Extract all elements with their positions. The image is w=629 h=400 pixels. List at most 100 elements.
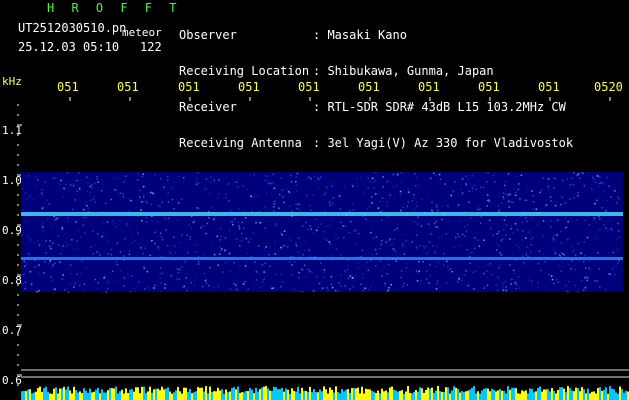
noise-pixel — [547, 221, 549, 223]
noise-pixel — [28, 175, 30, 177]
noise-pixel — [403, 282, 405, 285]
noise-pixel — [50, 276, 52, 278]
noise-pixel — [52, 177, 54, 180]
noise-pixel — [62, 245, 64, 248]
noise-pixel — [500, 254, 503, 256]
noise-pixel — [433, 222, 436, 225]
noise-pixel — [116, 243, 118, 245]
noise-pixel — [289, 174, 292, 177]
noise-pixel — [312, 194, 314, 196]
noise-pixel — [375, 236, 378, 238]
noise-pixel — [161, 272, 163, 275]
noise-pixel — [313, 232, 315, 234]
noise-pixel — [419, 282, 422, 285]
noise-pixel — [573, 183, 575, 186]
noise-pixel — [552, 241, 555, 243]
noise-pixel — [271, 287, 273, 290]
noise-pixel — [87, 207, 89, 209]
noise-pixel — [515, 191, 517, 194]
noise-pixel — [588, 223, 591, 226]
noise-pixel — [281, 245, 284, 248]
noise-pixel — [233, 282, 235, 285]
noise-pixel — [457, 274, 459, 277]
noise-pixel — [401, 233, 404, 236]
noise-floor-bar — [139, 393, 141, 400]
noise-pixel — [380, 226, 383, 228]
noise-pixel — [487, 172, 489, 174]
noise-floor-bar — [475, 393, 477, 400]
noise-pixel — [326, 239, 328, 241]
noise-floor-bar — [245, 391, 247, 400]
noise-pixel — [466, 178, 469, 180]
noise-pixel — [206, 222, 209, 225]
noise-floor-bar — [361, 386, 363, 400]
noise-pixel — [396, 223, 399, 225]
noise-floor-bar — [159, 390, 161, 400]
noise-pixel — [249, 175, 251, 177]
noise-pixel — [450, 268, 452, 271]
noise-pixel — [303, 264, 306, 267]
noise-pixel — [263, 271, 265, 273]
noise-pixel — [441, 235, 444, 237]
noise-pixel — [342, 225, 344, 227]
noise-pixel — [363, 191, 366, 193]
noise-pixel — [438, 173, 441, 176]
noise-floor-bar — [303, 390, 305, 400]
noise-floor-bar — [129, 389, 131, 400]
noise-pixel — [33, 199, 35, 201]
noise-pixel — [252, 232, 255, 234]
noise-pixel — [386, 180, 389, 183]
noise-floor-bar — [283, 391, 285, 400]
noise-pixel — [49, 245, 52, 248]
noise-floor-bar — [367, 389, 369, 400]
noise-pixel — [235, 238, 238, 240]
noise-pixel — [173, 207, 175, 210]
noise-floor-bar — [295, 391, 297, 400]
noise-pixel — [86, 205, 88, 207]
noise-pixel — [297, 251, 299, 253]
noise-pixel — [128, 253, 131, 256]
noise-pixel — [171, 198, 174, 201]
noise-pixel — [343, 270, 346, 272]
noise-pixel — [210, 176, 212, 178]
noise-pixel — [321, 194, 324, 197]
noise-pixel — [592, 178, 594, 180]
noise-pixel — [367, 269, 369, 271]
noise-floor-bar — [293, 391, 295, 400]
noise-pixel — [538, 250, 541, 252]
noise-pixel — [285, 188, 288, 190]
noise-pixel — [550, 219, 552, 222]
noise-floor-bar — [543, 389, 545, 400]
noise-pixel — [596, 199, 598, 202]
noise-pixel — [279, 193, 281, 196]
noise-pixel — [198, 261, 200, 263]
noise-pixel — [298, 255, 301, 257]
noise-floor-bar — [115, 386, 117, 400]
noise-floor-bar — [131, 388, 133, 400]
noise-floor-bar — [371, 390, 373, 400]
noise-pixel — [483, 285, 486, 287]
noise-pixel — [90, 223, 92, 225]
noise-floor-bar — [195, 391, 197, 400]
noise-pixel — [331, 185, 333, 188]
noise-pixel — [406, 262, 408, 265]
noise-floor-bar — [133, 391, 135, 400]
noise-floor-bar — [199, 387, 201, 400]
noise-pixel — [573, 172, 575, 174]
noise-pixel — [439, 286, 441, 288]
noise-floor-bar — [213, 391, 215, 400]
noise-floor-bar — [479, 393, 481, 400]
noise-pixel — [564, 226, 567, 229]
noise-pixel — [152, 192, 154, 194]
noise-pixel — [324, 237, 326, 240]
noise-pixel — [607, 217, 610, 219]
noise-pixel — [115, 222, 117, 224]
noise-pixel — [195, 251, 198, 253]
noise-pixel — [45, 252, 47, 254]
noise-pixel — [242, 185, 245, 187]
noise-pixel — [145, 216, 147, 219]
noise-pixel — [426, 270, 428, 272]
noise-pixel — [337, 237, 339, 240]
noise-pixel — [141, 219, 143, 222]
noise-pixel — [479, 222, 482, 224]
